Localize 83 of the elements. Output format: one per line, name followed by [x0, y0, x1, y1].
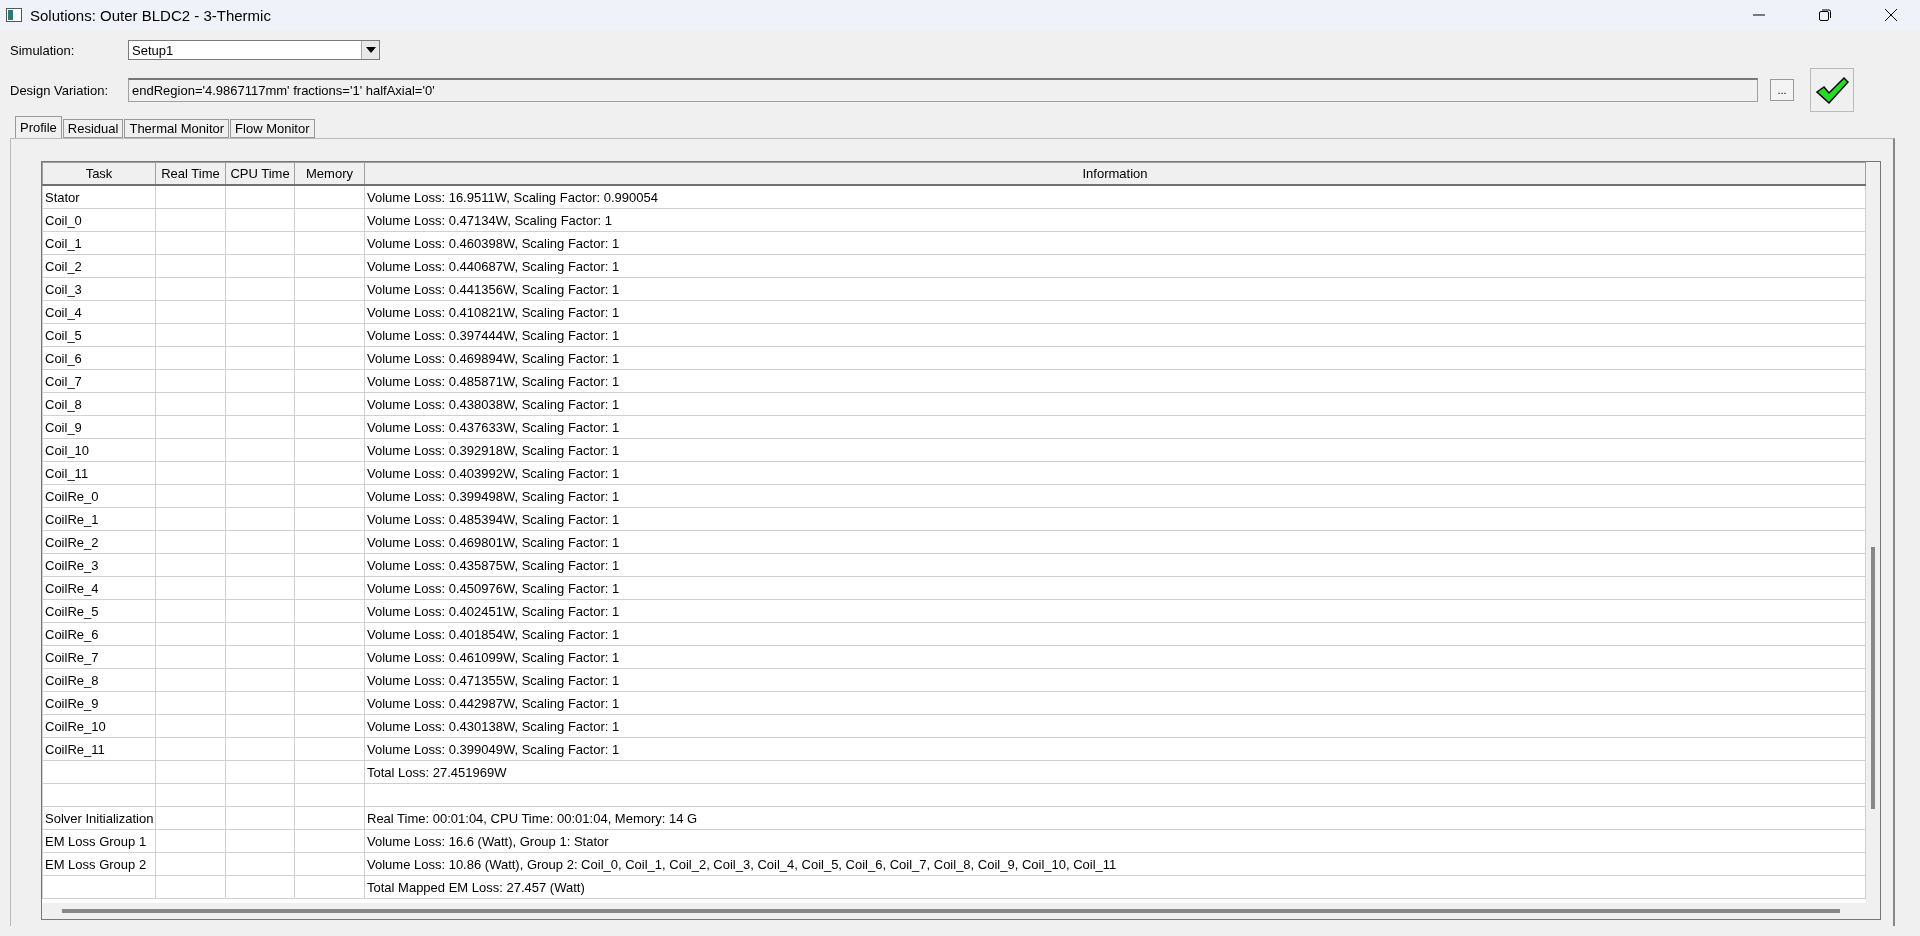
table-cell: CoilRe_5	[42, 599, 156, 623]
table-cell: Volume Loss: 0.460398W, Scaling Factor: 1	[364, 231, 1866, 255]
table-cell: Coil_7	[42, 369, 156, 393]
table-cell: Volume Loss: 0.469801W, Scaling Factor: 1	[364, 530, 1866, 554]
table-cell: Coil_10	[42, 438, 156, 462]
table-cell: Volume Loss: 0.399049W, Scaling Factor: 1	[364, 737, 1866, 761]
check-button[interactable]	[1810, 68, 1854, 112]
design-variation-label: Design Variation:	[10, 82, 110, 98]
column-header[interactable]: Task	[42, 162, 156, 185]
table-cell: Volume Loss: 0.397444W, Scaling Factor: 1	[364, 323, 1866, 347]
table-cell: CoilRe_9	[42, 691, 156, 715]
table-cell: Stator	[42, 185, 156, 209]
table-cell: CoilRe_1	[42, 507, 156, 531]
simulation-dropdown[interactable]: Setup1	[128, 40, 380, 60]
table-cell: Volume Loss: 0.485871W, Scaling Factor: 1	[364, 369, 1866, 393]
table-cell: CoilRe_4	[42, 576, 156, 600]
browse-button[interactable]: ...	[1770, 79, 1794, 101]
scrollbar-thumb[interactable]	[62, 909, 1840, 913]
table-cell: Volume Loss: 16.9511W, Scaling Factor: 0.990054	[364, 185, 1866, 209]
table-cell: CoilRe_10	[42, 714, 156, 738]
table-cell: Volume Loss: 0.410821W, Scaling Factor: 1	[364, 300, 1866, 324]
table-cell: Volume Loss: 0.441356W, Scaling Factor: 1	[364, 277, 1866, 301]
table-cell: Volume Loss: 0.401854W, Scaling Factor: 1	[364, 622, 1866, 646]
table-cell: Total Mapped EM Loss: 27.457 (Watt)	[364, 875, 1866, 899]
column-header[interactable]: Information	[364, 162, 1866, 185]
table-cell: Volume Loss: 0.461099W, Scaling Factor: 1	[364, 645, 1866, 669]
table-cell: Coil_8	[42, 392, 156, 416]
tab[interactable]: Profile	[15, 116, 62, 138]
table-cell: Volume Loss: 0.440687W, Scaling Factor: 1	[364, 254, 1866, 278]
table-cell: Volume Loss: 0.437633W, Scaling Factor: 1	[364, 415, 1866, 439]
table-cell: Coil_5	[42, 323, 156, 347]
table-cell: Volume Loss: 0.402451W, Scaling Factor: 1	[364, 599, 1866, 623]
table-cell: Solver Initialization	[42, 806, 156, 830]
table-cell: CoilRe_6	[42, 622, 156, 646]
table-cell: Volume Loss: 0.392918W, Scaling Factor: 1	[364, 438, 1866, 462]
table-cell: Coil_2	[42, 254, 156, 278]
column-header[interactable]: Memory	[294, 162, 365, 185]
table-cell: CoilRe_11	[42, 737, 156, 761]
table-cell: Coil_6	[42, 346, 156, 370]
table-cell: Coil_4	[42, 300, 156, 324]
table-cell: Total Loss: 27.451969W	[364, 760, 1866, 784]
design-variation-field[interactable]: endRegion='4.9867117mm' fractions='1' halfAxial='0'	[128, 78, 1758, 102]
dropdown-caret-icon[interactable]	[361, 41, 379, 59]
column-header[interactable]: CPU Time	[225, 162, 295, 185]
table-cell: CoilRe_7	[42, 645, 156, 669]
scrollbar-thumb[interactable]	[1871, 547, 1875, 809]
tab[interactable]: Thermal Monitor	[124, 119, 230, 138]
table-cell: Volume Loss: 0.435875W, Scaling Factor: 1	[364, 553, 1866, 577]
table-cell: EM Loss Group 1	[42, 829, 156, 853]
table-cell: Coil_11	[42, 461, 156, 485]
table-cell: CoilRe_8	[42, 668, 156, 692]
vertical-scrollbar[interactable]	[1866, 162, 1880, 903]
app-icon	[6, 8, 22, 22]
close-icon	[1884, 8, 1898, 22]
table-cell: CoilRe_3	[42, 553, 156, 577]
table-cell: Coil_3	[42, 277, 156, 301]
table-cell: Volume Loss: 0.471355W, Scaling Factor: 1	[364, 668, 1866, 692]
table-cell: CoilRe_0	[42, 484, 156, 508]
checkmark-icon	[1815, 75, 1849, 105]
restore-icon	[1819, 9, 1831, 21]
simulation-label: Simulation:	[10, 42, 76, 58]
table-cell: Volume Loss: 10.86 (Watt), Group 2: Coil_0, Coil_1, Coil_2, Coil_3, Coil_4, Coil_5, Coil_6, Coil_7, Coil_8, Coil_9, Coil_10, Coil_11	[364, 852, 1866, 876]
table-cell: CoilRe_2	[42, 530, 156, 554]
column-header[interactable]: Real Time	[155, 162, 226, 185]
table-cell: Volume Loss: 0.450976W, Scaling Factor: 1	[364, 576, 1866, 600]
table-cell: Coil_9	[42, 415, 156, 439]
table-cell: Volume Loss: 0.47134W, Scaling Factor: 1	[364, 208, 1866, 232]
table-cell: Volume Loss: 0.442987W, Scaling Factor: 1	[364, 691, 1866, 715]
table-cell: Coil_0	[42, 208, 156, 232]
tab[interactable]: Flow Monitor	[230, 119, 315, 138]
table-cell: Volume Loss: 0.399498W, Scaling Factor: 1	[364, 484, 1866, 508]
table-cell: Coil_1	[42, 231, 156, 255]
window-title: Solutions: Outer BLDC2 - 3-Thermic	[30, 6, 272, 24]
table-cell: Volume Loss: 0.469894W, Scaling Factor: 1	[364, 346, 1866, 370]
table-cell: Volume Loss: 0.485394W, Scaling Factor: 1	[364, 507, 1866, 531]
table-cell: Volume Loss: 0.403992W, Scaling Factor: 1	[364, 461, 1866, 485]
table-cell: Volume Loss: 0.430138W, Scaling Factor: 1	[364, 714, 1866, 738]
tab[interactable]: Residual	[62, 119, 124, 138]
table-cell: Volume Loss: 0.438038W, Scaling Factor: 1	[364, 392, 1866, 416]
table-cell: EM Loss Group 2	[42, 852, 156, 876]
table-cell: Volume Loss: 16.6 (Watt), Group 1: Stator	[364, 829, 1866, 853]
horizontal-scrollbar[interactable]	[42, 903, 1880, 919]
table-cell: Real Time: 00:01:04, CPU Time: 00:01:04, Memory: 14 G	[364, 806, 1866, 830]
